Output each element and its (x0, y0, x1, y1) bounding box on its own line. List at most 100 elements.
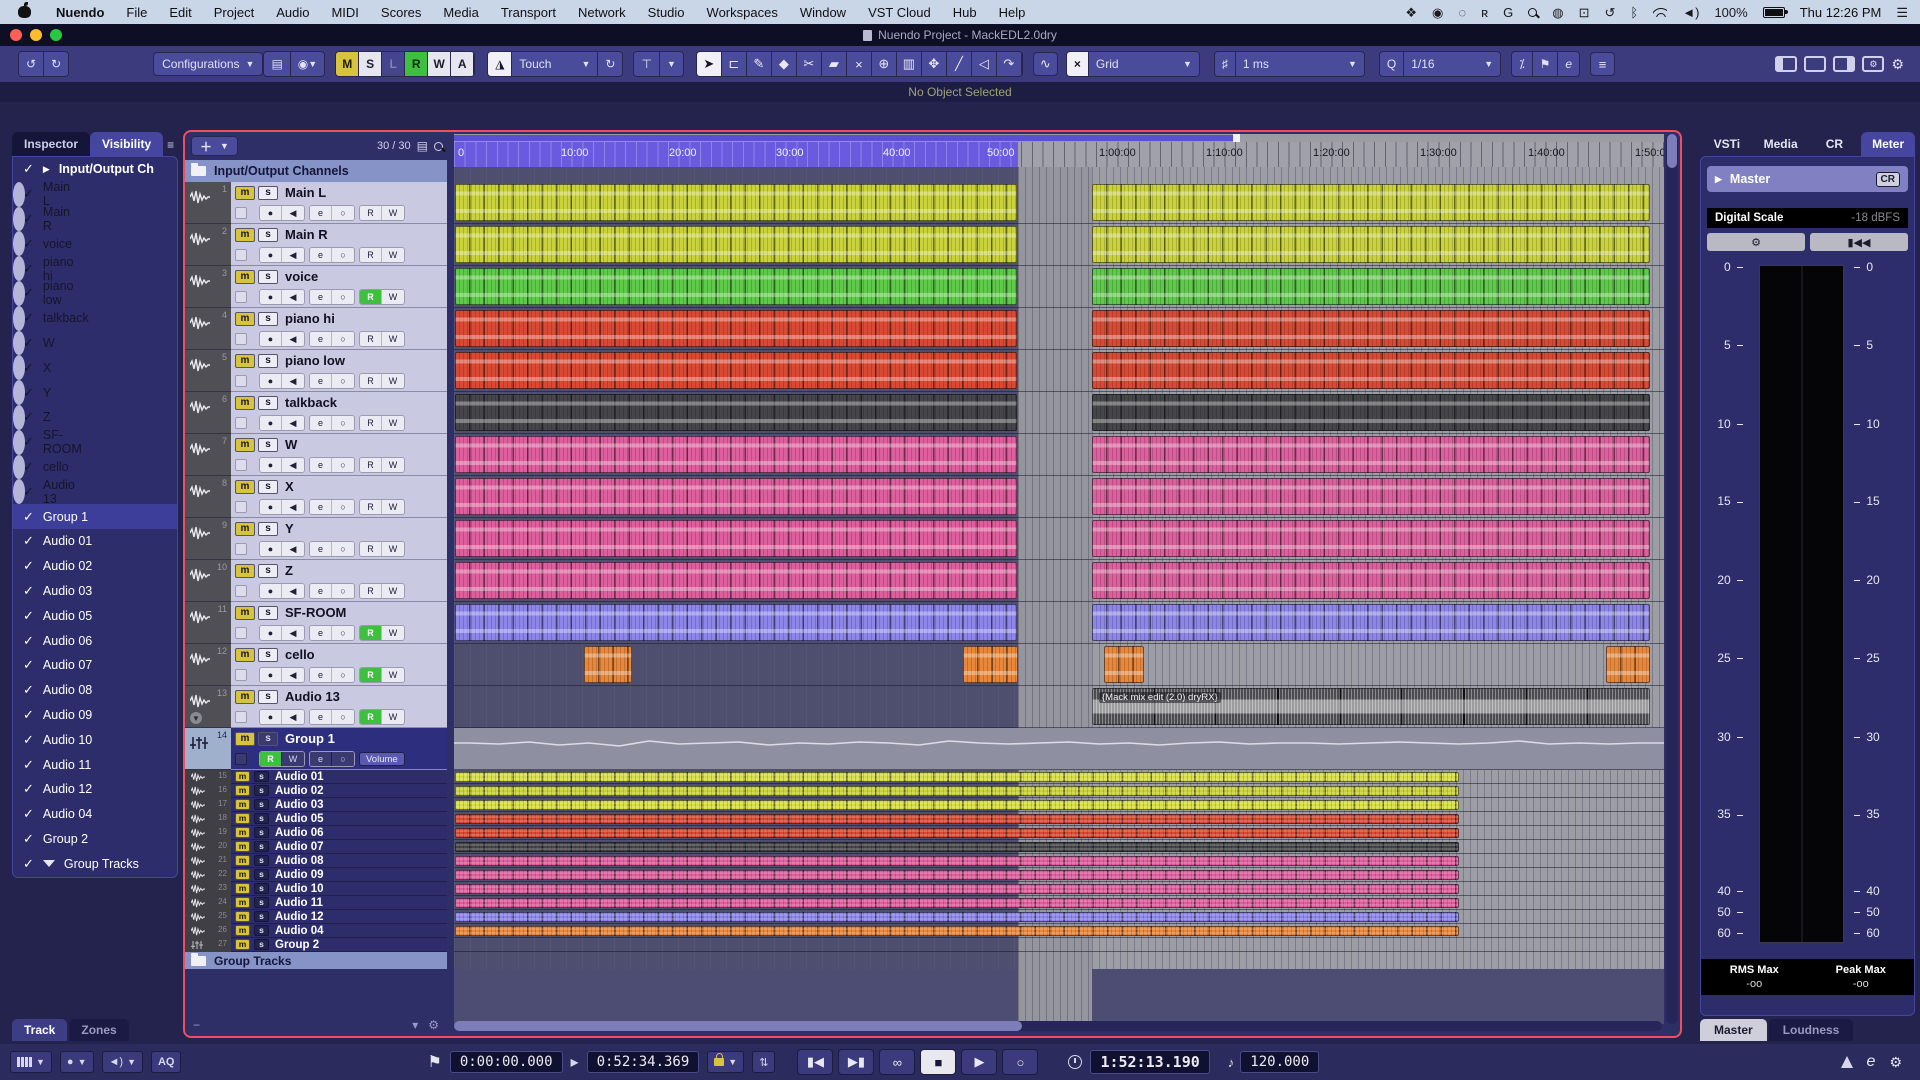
edit-channel-button[interactable]: e (310, 458, 332, 472)
mute-button[interactable]: m (235, 312, 255, 326)
read-automation-button[interactable]: R (360, 290, 382, 304)
menu-midi[interactable]: MIDI (320, 5, 369, 20)
read-automation-button[interactable]: R (360, 668, 382, 682)
insert-bypass-button[interactable]: ○ (332, 248, 354, 262)
search-tracks-icon[interactable] (434, 142, 443, 151)
write-automation-button[interactable]: W (382, 374, 404, 388)
timebase-toggle[interactable] (235, 501, 247, 513)
visibility-item-group-tracks[interactable]: ✓Group Tracks (13, 851, 177, 876)
rms-max-value[interactable]: -oo (1746, 978, 1762, 990)
read-automation-button[interactable]: R (360, 584, 382, 598)
solo-button[interactable]: s (254, 827, 269, 838)
audio-event[interactable] (455, 562, 1017, 599)
audio-event[interactable] (455, 310, 1017, 347)
horizontal-scrollbar[interactable] (454, 1021, 1662, 1031)
solo-button[interactable]: s (258, 396, 278, 410)
tab-cr[interactable]: CR (1808, 132, 1862, 156)
solo-button[interactable]: s (258, 186, 278, 200)
checkmark-icon[interactable]: ✓ (23, 310, 34, 326)
audio-event[interactable] (1606, 646, 1650, 683)
checkmark-icon[interactable]: ✓ (23, 608, 34, 624)
timebase-toggle[interactable] (235, 627, 247, 639)
draw-tool[interactable]: ✎ (747, 52, 772, 76)
align-icon[interactable]: ≡ (1590, 52, 1615, 76)
checkmark-icon[interactable]: ✓ (23, 285, 34, 301)
visibility-item-input-output-ch[interactable]: ✓▶Input/Output Ch (13, 157, 177, 182)
read-automation-button[interactable]: R (360, 416, 382, 430)
time-ruler[interactable]: 010:0020:0030:0040:0050:001:00:001:10:00… (454, 142, 1664, 167)
dropbox-icon[interactable]: ❖ (1405, 6, 1417, 19)
mute-button[interactable]: m (235, 771, 250, 782)
mute-button[interactable]: m (235, 925, 250, 936)
visibility-item-group-1[interactable]: ✓Group 1 (13, 504, 177, 529)
timebase-toggle[interactable] (235, 417, 247, 429)
tab-vsti[interactable]: VSTi (1700, 132, 1754, 156)
checkmark-icon[interactable]: ✓ (23, 409, 34, 425)
write-automation-button[interactable]: W (382, 332, 404, 346)
creative-cloud-icon[interactable]: ◌ (1458, 6, 1466, 19)
timebase-toggle[interactable] (235, 459, 247, 471)
checkmark-icon[interactable]: ✓ (23, 434, 34, 450)
record-enable-button[interactable]: ● (260, 500, 282, 514)
zoom-out-tracks-icon[interactable]: − (193, 1018, 200, 1032)
menu-vst-cloud[interactable]: VST Cloud (857, 5, 942, 20)
track-header-main-r[interactable]: 2msMain R●◀e○RW (185, 224, 447, 266)
solo-button[interactable]: s (254, 883, 269, 894)
solo-button[interactable]: s (258, 354, 278, 368)
checkmark-icon[interactable]: ✓ (23, 211, 34, 227)
edit-channel-button[interactable]: e (310, 710, 332, 724)
monitor-button[interactable]: ◀ (282, 542, 304, 556)
tab-track[interactable]: Track (12, 1019, 67, 1041)
marker-flag-icon[interactable]: ⚑ (427, 1052, 441, 1072)
auto-quantize-button[interactable]: AQ (151, 1051, 182, 1073)
notification-center-icon[interactable]: ☰ (1896, 6, 1908, 19)
goto-previous-marker-button[interactable]: ▮◀ (797, 1049, 833, 1075)
visibility-item-audio-08[interactable]: ✓Audio 08 (13, 678, 177, 703)
audio-event[interactable] (455, 520, 1017, 557)
checkmark-icon[interactable]: ✓ (23, 335, 34, 351)
audio-event[interactable] (1104, 646, 1144, 683)
monitor-button[interactable]: ◀ (282, 332, 304, 346)
tab-media[interactable]: Media (1754, 132, 1808, 156)
undo-button[interactable]: ↺ (19, 52, 44, 76)
volume-automation-curve[interactable] (454, 728, 1664, 770)
menu-help[interactable]: Help (988, 5, 1037, 20)
mute-button[interactable]: m (235, 480, 255, 494)
solo-button[interactable]: s (254, 939, 269, 950)
record-enable-button[interactable]: ● (260, 584, 282, 598)
menu-workspaces[interactable]: Workspaces (696, 5, 789, 20)
audio-event[interactable] (455, 436, 1017, 473)
monitor-button[interactable]: ◀ (282, 374, 304, 388)
solo-button[interactable]: s (258, 438, 278, 452)
visibility-item-audio-04[interactable]: ✓Audio 04 (13, 802, 177, 827)
audio-event[interactable] (455, 912, 1459, 922)
solo-button[interactable]: s (254, 799, 269, 810)
solo-button[interactable]: s (258, 228, 278, 242)
track-header-audio-03[interactable]: 17msAudio 03 (185, 798, 447, 812)
audio-event[interactable] (963, 646, 1018, 683)
cycle-button[interactable]: ∞ (879, 1049, 915, 1075)
audio-event[interactable] (455, 772, 1459, 782)
insert-bypass-button[interactable]: ○ (332, 332, 354, 346)
mute-button[interactable]: m (235, 690, 255, 704)
lane-group-1[interactable] (454, 728, 1664, 770)
audio-event[interactable] (1092, 520, 1650, 557)
mute-button[interactable]: m (235, 799, 250, 810)
visibility-item-audio-10[interactable]: ✓Audio 10 (13, 727, 177, 752)
audio-event[interactable] (455, 814, 1459, 824)
punch-dropdown-icon[interactable]: ▼ (660, 52, 683, 76)
track-settings-gear-icon[interactable]: ⚙ (428, 1018, 439, 1032)
record-mode-button[interactable]: ●▼ (60, 1051, 94, 1073)
visibility-item-w[interactable]: ✓W (13, 331, 25, 356)
tempo-field[interactable]: 120.000 (1240, 1051, 1319, 1073)
read-automation-button[interactable]: R (360, 542, 382, 556)
timebase-toggle[interactable] (235, 375, 247, 387)
track-header-sf-room[interactable]: 11msSF-ROOM●◀e○RW (185, 602, 447, 644)
checkmark-icon[interactable]: ✓ (23, 831, 34, 847)
insert-bypass-button[interactable]: ○ (332, 542, 354, 556)
mute-button[interactable]: m (235, 883, 250, 894)
insert-bypass-button[interactable]: ○ (332, 584, 354, 598)
insert-bypass-button[interactable]: ○ (332, 374, 354, 388)
snap-on-off-icon[interactable]: × (1067, 52, 1089, 76)
write-automation-button[interactable]: W (382, 290, 404, 304)
